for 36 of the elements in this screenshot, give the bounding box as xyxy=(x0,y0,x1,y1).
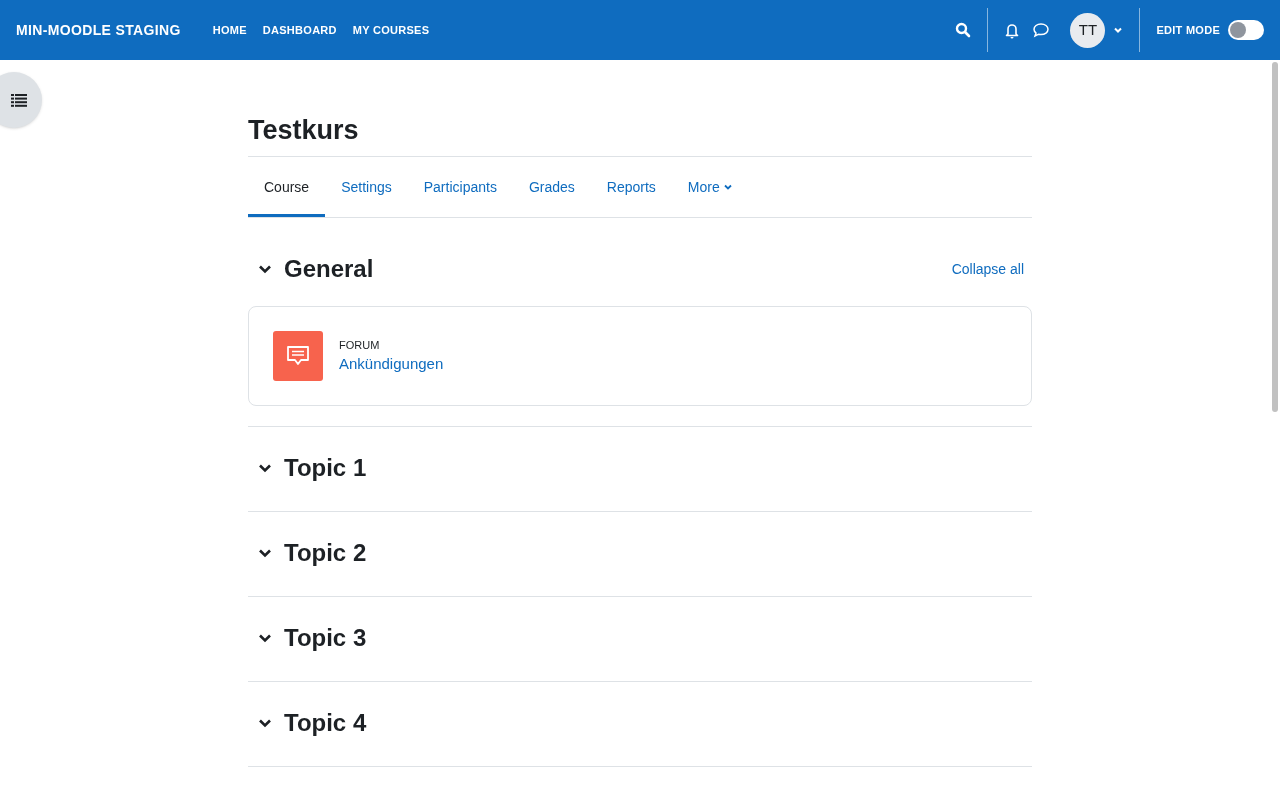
caret-icon[interactable] xyxy=(1113,25,1124,35)
forum-icon xyxy=(273,331,323,381)
chat-icon[interactable] xyxy=(1032,22,1051,38)
edit-mode-label: EDIT MODE xyxy=(1156,22,1220,38)
nav-tab[interactable]: More xyxy=(671,157,748,217)
search-icon[interactable] xyxy=(955,22,972,38)
chevron-down-icon[interactable] xyxy=(258,718,272,728)
nav-link[interactable]: DASHBOARD xyxy=(262,21,337,39)
section-title: Topic 1 xyxy=(284,453,368,483)
chevron-down-icon[interactable] xyxy=(258,264,272,274)
section-title: Topic 4 xyxy=(284,708,368,738)
bell-icon[interactable] xyxy=(1004,21,1021,39)
site-name[interactable]: MIN-MOODLE STAGING xyxy=(16,19,181,41)
user-avatar[interactable]: TT xyxy=(1070,12,1106,48)
list-icon xyxy=(11,93,27,107)
chevron-down-icon[interactable] xyxy=(258,633,272,643)
course-title: Testkurs xyxy=(248,114,360,147)
nav-tab[interactable]: Course xyxy=(248,157,326,217)
section-title: Topic 2 xyxy=(284,538,368,568)
chevron-down-icon[interactable] xyxy=(258,548,272,558)
scrollbar-thumb[interactable] xyxy=(1272,62,1278,412)
chevron-down-icon[interactable] xyxy=(258,463,272,473)
activity-link[interactable]: Ankündigungen xyxy=(339,353,444,376)
drawer-toggle-button[interactable] xyxy=(0,72,42,128)
nav-tab[interactable]: Settings xyxy=(325,157,408,217)
caret-icon xyxy=(723,183,732,191)
edit-mode-toggle[interactable] xyxy=(1228,20,1264,40)
section-title: General xyxy=(284,254,375,284)
nav-tab[interactable]: Participants xyxy=(407,157,513,217)
collapse-all-link[interactable]: Collapse all xyxy=(951,258,1032,280)
nav-tab[interactable]: Reports xyxy=(590,157,672,217)
nav-link[interactable]: HOME xyxy=(212,21,247,39)
activity-type: FORUM xyxy=(339,337,381,353)
nav-tab[interactable]: Grades xyxy=(512,157,591,217)
nav-link[interactable]: MY COURSES xyxy=(352,21,430,39)
section-title: Topic 3 xyxy=(284,623,368,653)
